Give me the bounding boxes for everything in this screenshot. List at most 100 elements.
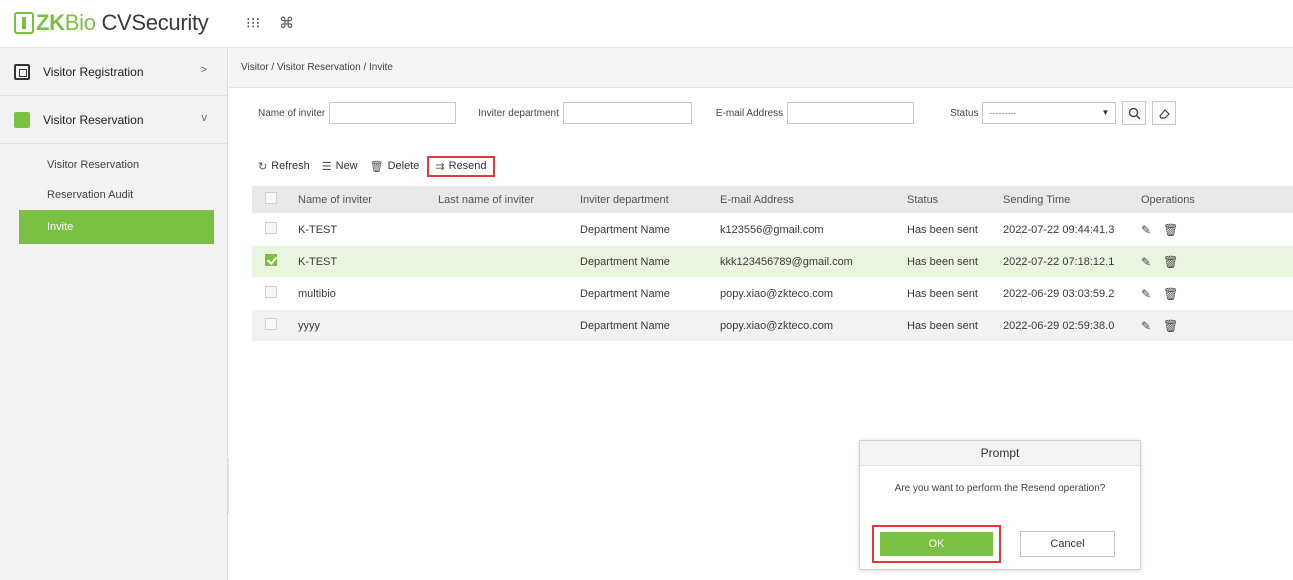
sidebar-group-visitor-reservation[interactable]: Visitor Reservation v — [0, 96, 227, 143]
row-operations: ✎ 🗑 — [1141, 287, 1291, 301]
ok-highlight-frame: OK — [872, 525, 1001, 563]
sidebar-item-reservation-audit[interactable]: Reservation Audit — [0, 180, 227, 210]
delete-trash-icon[interactable]: 🗑 — [1163, 223, 1178, 237]
cell-department: Department Name — [580, 255, 670, 268]
refresh-label: Refresh — [271, 160, 310, 172]
filter-dept-label: Inviter department — [478, 107, 559, 119]
logo-bio: Bio — [64, 10, 96, 35]
prompt-dialog: Prompt Are you want to perform the Resen… — [859, 440, 1141, 570]
cell-name: yyyy — [298, 319, 320, 332]
table-row[interactable]: K-TEST Department Name kkk123456789@gmai… — [252, 246, 1293, 278]
row-operations: ✎ 🗑 — [1141, 255, 1291, 269]
cell-sending-time: 2022-06-29 03:03:59.2 — [1003, 287, 1115, 300]
cell-sending-time: 2022-07-22 09:44:41.3 — [1003, 223, 1115, 236]
grid-toolbar: ↻ Refresh ☰ New 🗑 Delete ⇉ Resend — [258, 154, 507, 178]
new-label: New — [335, 160, 358, 172]
table-row[interactable]: multibio Department Name popy.xiao@zktec… — [252, 278, 1293, 310]
cell-sending-time: 2022-06-29 02:59:38.0 — [1003, 319, 1115, 332]
delete-trash-icon[interactable]: 🗑 — [1163, 255, 1178, 269]
column-header: Operations — [1141, 193, 1195, 206]
inviter-department-input[interactable] — [562, 102, 692, 124]
ok-button[interactable]: OK — [880, 532, 993, 556]
inviter-name-input[interactable] — [329, 102, 457, 124]
filter-email-label: E-mail Address — [715, 107, 784, 119]
table-header-row: Name of inviter Last name of inviter Inv… — [252, 186, 1293, 214]
cell-email: k123556@gmail.com — [720, 223, 824, 236]
new-button[interactable]: ☰ New — [322, 160, 358, 173]
cell-status: Has been sent — [907, 223, 978, 236]
column-header[interactable]: Name of inviter — [298, 194, 438, 206]
edit-pencil-icon[interactable]: ✎ — [1141, 223, 1151, 237]
sidebar-group-label: Visitor Reservation — [43, 112, 144, 127]
clear-filter-button[interactable] — [1152, 101, 1177, 125]
delete-trash-icon[interactable]: 🗑 — [1163, 319, 1178, 333]
row-checkbox[interactable] — [265, 318, 277, 330]
top-header: ZK Bio CVSecurity ⁝⁝⁝ ⌘ — [0, 0, 1293, 48]
cancel-button[interactable]: Cancel — [1020, 531, 1115, 557]
chevron-right-icon: > — [200, 64, 207, 76]
delete-trash-icon[interactable]: 🗑 — [1163, 287, 1178, 301]
cell-department: Department Name — [580, 287, 670, 300]
logo-prefix: ZK — [36, 10, 65, 35]
cell-department: Department Name — [580, 319, 670, 332]
logo-suffix: CVSecurity — [95, 10, 209, 35]
column-header[interactable]: Sending Time — [1003, 194, 1141, 206]
sidebar-group-label: Visitor Registration — [43, 64, 144, 79]
filter-name-label: Name of inviter — [258, 107, 326, 119]
row-checkbox[interactable] — [265, 222, 277, 234]
column-header[interactable]: Inviter department — [580, 194, 720, 206]
invite-table: Name of inviter Last name of inviter Inv… — [252, 186, 1293, 342]
cell-email: popy.xiao@zkteco.com — [720, 287, 834, 300]
filter-bar: Name of inviter Inviter department E-mai… — [229, 88, 1293, 138]
registration-icon — [14, 63, 30, 80]
row-operations: ✎ 🗑 — [1141, 319, 1291, 333]
cell-name: K-TEST — [298, 255, 338, 268]
table-row[interactable]: yyyy Department Name popy.xiao@zkteco.co… — [252, 310, 1293, 342]
filter-status-label: Status — [950, 107, 979, 119]
cell-status: Has been sent — [907, 255, 978, 268]
add-icon: ☰ — [321, 160, 332, 173]
resend-button[interactable]: ⇉ Resend — [427, 155, 495, 177]
eraser-icon — [1159, 108, 1170, 119]
email-address-input[interactable] — [787, 102, 915, 124]
select-all-checkbox[interactable] — [265, 192, 277, 204]
command-icon[interactable]: ⌘ — [279, 14, 294, 32]
dialog-message: Are you want to perform the Resend opera… — [894, 483, 1106, 494]
cell-email: kkk123456789@gmail.com — [720, 255, 853, 268]
resend-icon: ⇉ — [435, 160, 445, 173]
column-header[interactable]: E-mail Address — [720, 194, 907, 206]
cell-name: multibio — [298, 287, 336, 300]
edit-pencil-icon[interactable]: ✎ — [1141, 287, 1151, 301]
trash-icon: 🗑 — [369, 160, 384, 173]
row-operations: ✎ 🗑 — [1141, 223, 1291, 237]
cell-email: popy.xiao@zkteco.com — [720, 319, 834, 332]
row-checkbox[interactable] — [265, 286, 277, 298]
search-button[interactable] — [1122, 101, 1147, 125]
delete-button[interactable]: 🗑 Delete — [370, 160, 420, 173]
sidebar-item-visitor-reservation[interactable]: Visitor Reservation — [0, 150, 227, 180]
column-header[interactable]: Status — [907, 194, 1003, 206]
column-header[interactable]: Last name of inviter — [438, 194, 580, 206]
app-logo[interactable]: ZK Bio CVSecurity — [14, 9, 209, 37]
sidebar: Visitor Registration > Visitor Reservati… — [0, 48, 228, 580]
cell-name: K-TEST — [298, 223, 338, 236]
table-row[interactable]: K-TEST Department Name k123556@gmail.com… — [252, 214, 1293, 246]
reservation-icon — [14, 111, 30, 128]
refresh-button[interactable]: ↻ Refresh — [258, 160, 310, 173]
breadcrumb: Visitor / Visitor Reservation / Invite — [229, 48, 1293, 88]
search-icon — [1128, 107, 1141, 120]
status-select[interactable]: --------- ▼ — [982, 102, 1117, 124]
sidebar-group-visitor-registration[interactable]: Visitor Registration > — [0, 48, 227, 95]
delete-label: Delete — [387, 160, 420, 172]
refresh-icon: ↻ — [258, 160, 268, 173]
cell-status: Has been sent — [907, 287, 978, 300]
cell-status: Has been sent — [907, 319, 978, 332]
edit-pencil-icon[interactable]: ✎ — [1141, 319, 1151, 333]
row-checkbox[interactable] — [265, 254, 277, 266]
edit-pencil-icon[interactable]: ✎ — [1141, 255, 1151, 269]
resend-label: Resend — [448, 160, 487, 172]
status-select-value: --------- — [989, 108, 1017, 118]
apps-grid-icon[interactable]: ⁝⁝⁝ — [246, 14, 260, 32]
chevron-down-icon: v — [201, 112, 208, 124]
sidebar-item-invite[interactable]: Invite — [19, 210, 214, 244]
